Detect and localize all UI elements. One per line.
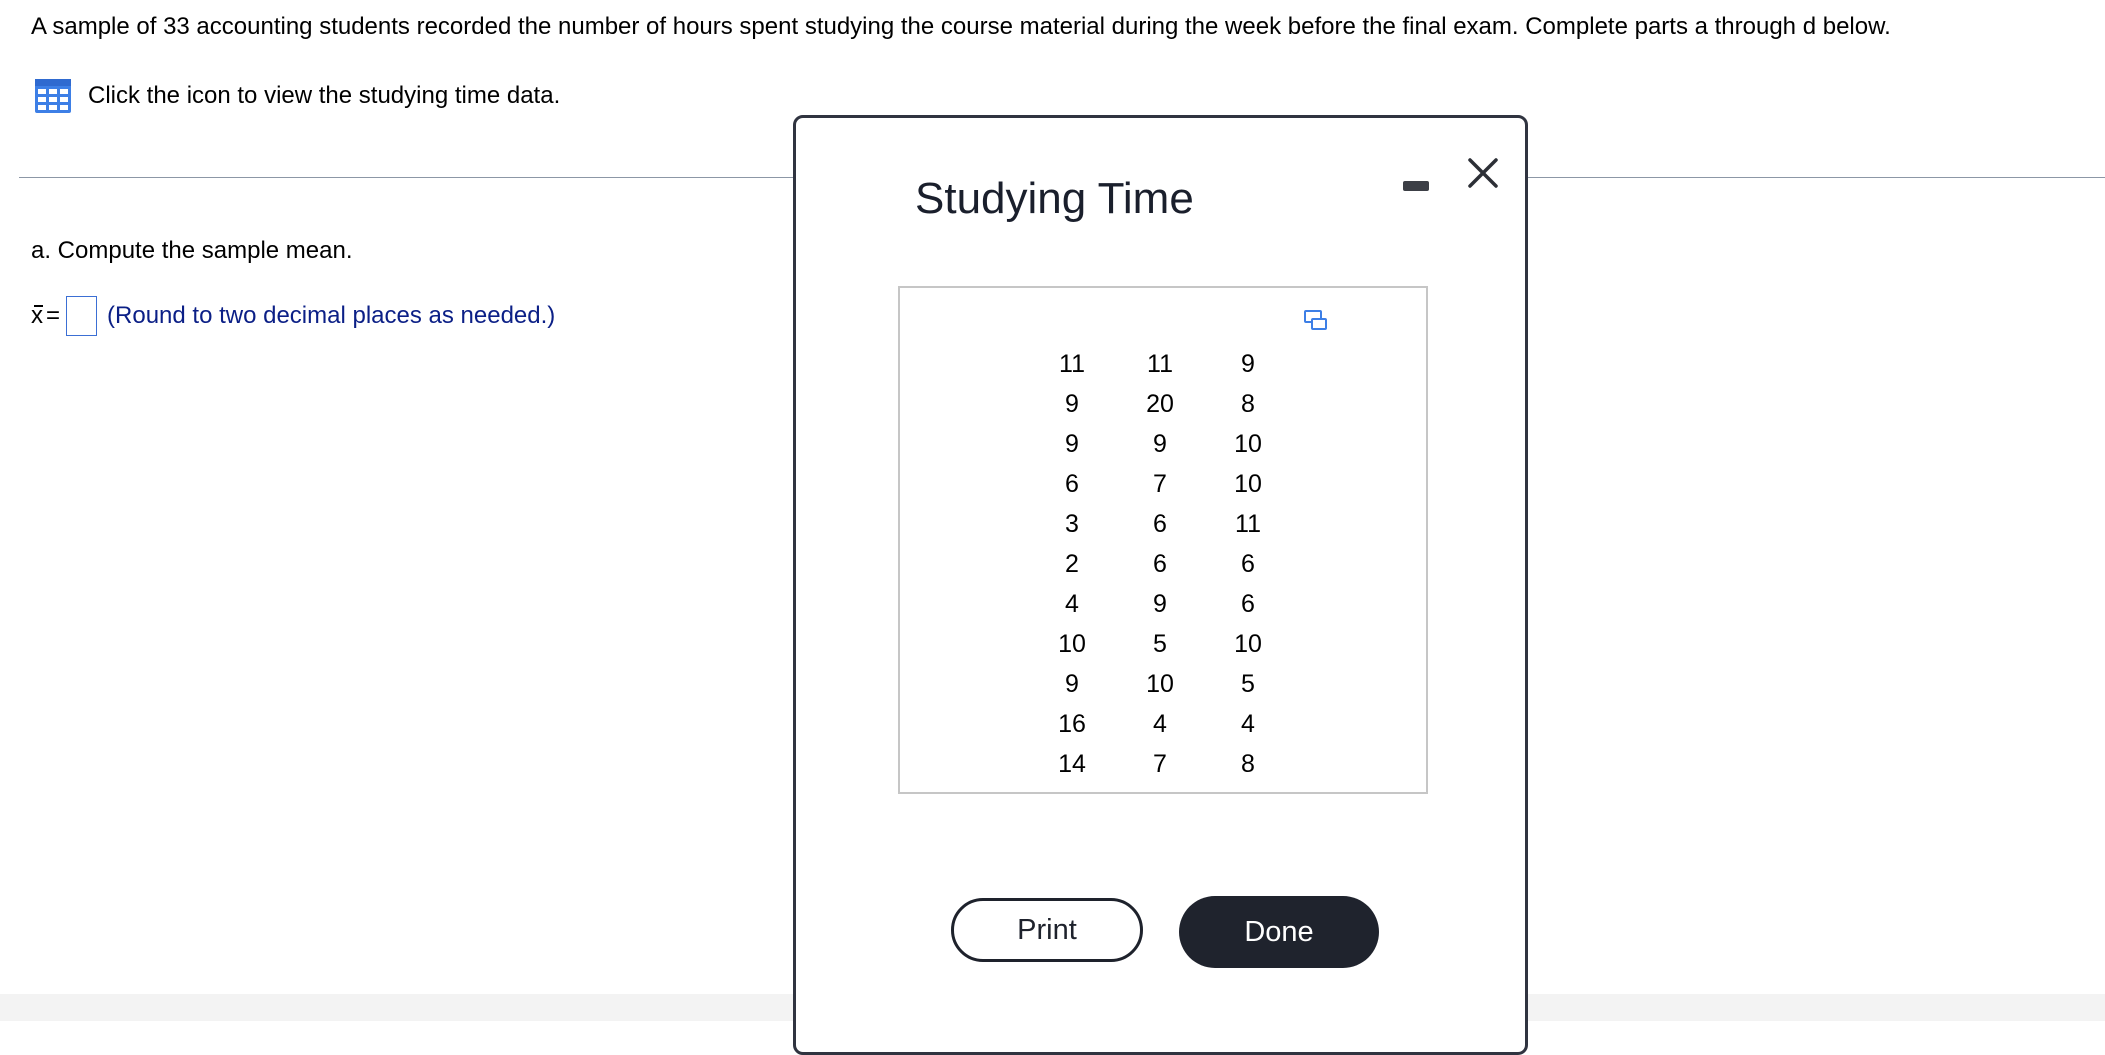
table-cell: 11 <box>1235 509 1261 538</box>
table-cell: 2 <box>1065 549 1079 578</box>
done-button[interactable]: Done <box>1179 896 1379 968</box>
table-row: 9 10 5 <box>1028 664 1292 704</box>
table-row: 9 20 8 <box>1028 384 1292 424</box>
table-cell: 6 <box>1153 549 1167 578</box>
table-cell: 5 <box>1241 669 1255 698</box>
table-row: 6 7 10 <box>1028 464 1292 504</box>
table-cell: 11 <box>1059 349 1085 378</box>
table-cell: 10 <box>1234 469 1262 498</box>
table-row: 2 6 6 <box>1028 544 1292 584</box>
table-cell: 8 <box>1241 749 1255 778</box>
question-text: A sample of 33 accounting students recor… <box>31 13 1891 40</box>
table-row: 9 9 10 <box>1028 424 1292 464</box>
view-data-link[interactable]: Click the icon to view the studying time… <box>35 78 560 114</box>
table-row: 10 5 10 <box>1028 624 1292 664</box>
table-cell: 11 <box>1147 349 1173 378</box>
table-cell: 6 <box>1065 469 1079 498</box>
data-table-panel: 11 11 9 9 20 8 9 9 10 6 7 10 3 6 11 2 6 6 4 9 6 10 5 10 9 10 5 16 4 4… <box>898 286 1428 794</box>
table-cell: 9 <box>1153 589 1167 618</box>
table-cell: 6 <box>1153 509 1167 538</box>
table-grid-icon[interactable] <box>35 79 71 113</box>
table-cell: 10 <box>1146 669 1174 698</box>
close-button[interactable] <box>1465 155 1501 191</box>
table-cell: 9 <box>1065 429 1079 458</box>
dialog-title: Studying Time <box>915 174 1194 223</box>
table-row: 11 11 9 <box>1028 344 1292 384</box>
table-row: 4 9 6 <box>1028 584 1292 624</box>
x-bar-overline <box>34 305 43 307</box>
table-cell: 16 <box>1058 709 1086 738</box>
table-cell: 20 <box>1146 389 1174 418</box>
print-button[interactable]: Print <box>951 898 1143 962</box>
minimize-icon[interactable] <box>1403 181 1429 191</box>
sample-mean-input[interactable] <box>66 296 98 336</box>
table-cell: 8 <box>1241 389 1255 418</box>
table-row: 14 7 8 <box>1028 744 1292 784</box>
table-cell: 4 <box>1153 709 1167 738</box>
table-cell: 3 <box>1065 509 1079 538</box>
part-a-answer-row: x = (Round to two decimal places as need… <box>31 294 555 338</box>
table-cell: 9 <box>1241 349 1255 378</box>
table-cell: 9 <box>1065 389 1079 418</box>
x-bar-symbol: x <box>31 301 43 331</box>
equals-sign: = <box>46 302 61 329</box>
table-cell: 10 <box>1234 629 1262 658</box>
table-cell: 7 <box>1153 749 1167 778</box>
table-cell: 10 <box>1058 629 1086 658</box>
rounding-hint: (Round to two decimal places as needed.) <box>107 302 556 329</box>
studying-time-dialog: Studying Time 11 11 9 9 20 8 9 9 10 6 7 10 3 6 11 2 6 6 4 9… <box>793 115 1528 1055</box>
close-icon[interactable] <box>1465 155 1501 191</box>
copy-data-icon[interactable] <box>1304 310 1328 332</box>
table-cell: 10 <box>1234 429 1262 458</box>
table-cell: 5 <box>1153 629 1167 658</box>
minimize-button[interactable] <box>1401 169 1431 197</box>
table-cell: 6 <box>1241 589 1255 618</box>
table-cell: 6 <box>1241 549 1255 578</box>
table-cell: 7 <box>1153 469 1167 498</box>
part-a-prompt: a. Compute the sample mean. <box>31 237 353 264</box>
view-data-link-label[interactable]: Click the icon to view the studying time… <box>88 79 560 113</box>
table-cell: 9 <box>1153 429 1167 458</box>
table-row: 3 6 11 <box>1028 504 1292 544</box>
table-cell: 4 <box>1065 589 1079 618</box>
table-cell: 14 <box>1058 749 1086 778</box>
table-row: 16 4 4 <box>1028 704 1292 744</box>
table-cell: 4 <box>1241 709 1255 738</box>
table-cell: 9 <box>1065 669 1079 698</box>
studying-time-table: 11 11 9 9 20 8 9 9 10 6 7 10 3 6 11 2 6 6 4 9 6 10 5 10 9 10 5 16 4 4… <box>1028 344 1292 784</box>
